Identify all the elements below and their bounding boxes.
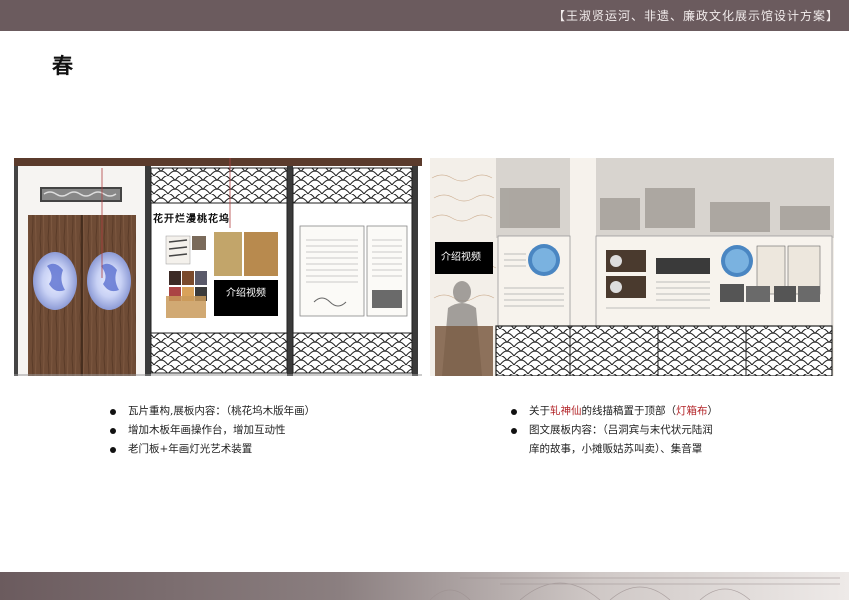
list-item: 老门板+年画灯光艺术装置 xyxy=(110,440,315,459)
right-video-label: 介绍视频 xyxy=(441,252,481,263)
footer-sketch-decoration xyxy=(429,577,840,600)
list-item-continuation: 庠的故事，小摊贩姑苏叫卖）、集音罩 xyxy=(529,443,703,455)
highlight-name: 轧神仙 xyxy=(550,405,582,417)
list-item: 瓦片重构,展板内容：（桃花坞木版年画） xyxy=(110,402,315,421)
header-bar: 【王淑贤运河、非遗、廉政文化展示馆设计方案】 xyxy=(0,0,849,31)
list-item: 关于轧神仙的线描稿置于顶部（灯箱布） xyxy=(511,402,718,421)
left-elevation-svg xyxy=(14,158,422,376)
left-elevation-drawing: 花开烂漫桃花坞 介绍视频 xyxy=(14,158,422,376)
bullet-icon xyxy=(110,409,116,415)
bullet-icon xyxy=(110,447,116,453)
left-board-caption: 花开烂漫桃花坞 xyxy=(153,214,230,225)
right-bullet-list: 关于轧神仙的线描稿置于顶部（灯箱布） 图文展板内容：（吕洞宾与末代状元陆润 庠的… xyxy=(511,402,718,459)
list-item: 增加木板年画操作台，增加互动性 xyxy=(110,421,315,440)
right-elevation-svg xyxy=(431,158,834,377)
list-item: 图文展板内容：（吕洞宾与末代状元陆润 xyxy=(511,421,718,440)
right-elevation-drawing: 介绍视频 xyxy=(430,158,834,377)
season-heading: 春 xyxy=(52,54,73,78)
left-video-label: 介绍视频 xyxy=(226,288,266,299)
highlight-lightbox: 灯箱布 xyxy=(676,405,708,417)
bullet-icon xyxy=(511,409,517,415)
footer-bar xyxy=(0,572,849,600)
document-title: 【王淑贤运河、非遗、廉政文化展示馆设计方案】 xyxy=(552,9,839,23)
left-bullet-list: 瓦片重构,展板内容：（桃花坞木版年画） 增加木板年画操作台，增加互动性 老门板+… xyxy=(110,402,315,459)
bullet-icon xyxy=(511,428,517,434)
bullet-icon xyxy=(110,428,116,434)
